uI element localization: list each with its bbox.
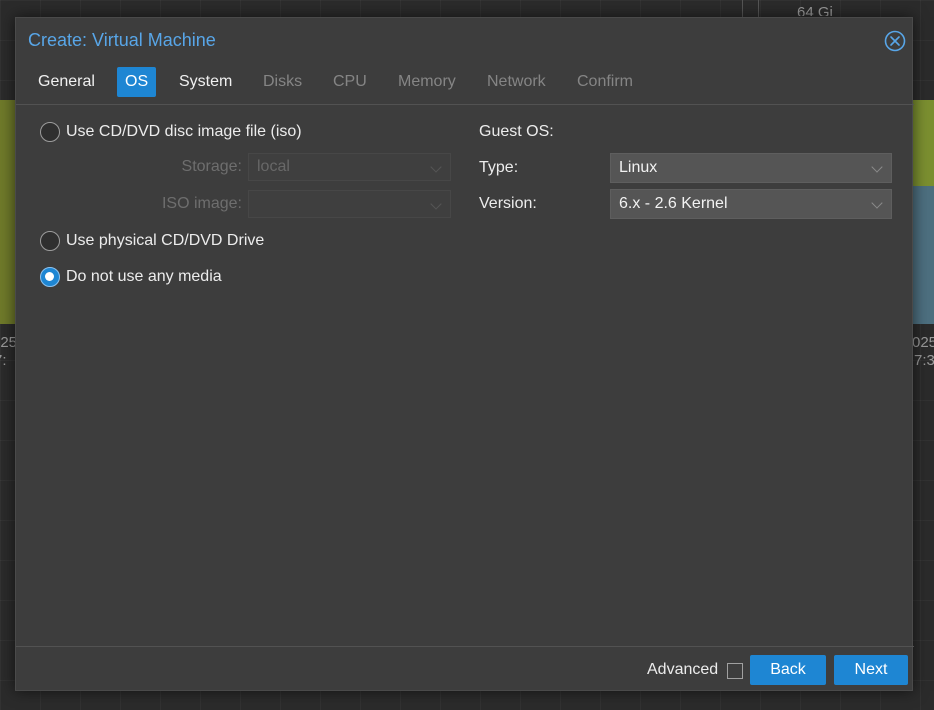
next-button[interactable]: Next — [834, 655, 908, 685]
storage-label: Storage: — [181, 158, 242, 175]
advanced-label: Advanced — [647, 661, 719, 678]
physical-drive-option[interactable]: Use physical CD/DVD Drive — [40, 230, 264, 252]
dialog-title: Create: Virtual Machine — [28, 30, 216, 50]
tab-confirm[interactable]: Confirm — [569, 67, 641, 97]
os-version-select[interactable]: 6.x - 2.6 Kernel — [610, 189, 892, 219]
background-chart-fill-right-bottom — [910, 186, 934, 324]
create-vm-dialog: Create: Virtual Machine General OS Syste… — [15, 17, 914, 691]
tabs-divider — [16, 104, 914, 105]
close-button[interactable] — [884, 30, 906, 52]
physical-drive-radio[interactable] — [40, 231, 60, 251]
background-chart-fill-right-top — [910, 100, 934, 186]
iso-image-select[interactable] — [248, 190, 451, 218]
tab-network[interactable]: Network — [479, 67, 554, 97]
physical-drive-label: Use physical CD/DVD Drive — [66, 232, 265, 249]
background-time-left: 7: — [0, 352, 7, 369]
no-media-label: Do not use any media — [66, 268, 222, 285]
tab-cpu[interactable]: CPU — [325, 67, 375, 97]
chevron-down-icon — [430, 198, 442, 210]
tab-general[interactable]: General — [30, 67, 103, 97]
storage-value: local — [257, 158, 290, 175]
tab-memory[interactable]: Memory — [390, 67, 464, 97]
tab-os[interactable]: OS — [117, 67, 157, 97]
background-chart-fill-left — [0, 100, 16, 324]
iso-option-label: Use CD/DVD disc image file (iso) — [66, 123, 302, 140]
wizard-tabs: General OS System Disks CPU Memory Netwo… — [16, 67, 914, 99]
background-date-right: 025 — [912, 334, 934, 351]
chevron-down-icon — [871, 161, 883, 173]
storage-select[interactable]: local — [248, 153, 451, 181]
guest-os-heading: Guest OS: — [479, 123, 554, 140]
background-time-right: 7:3 — [914, 352, 934, 369]
background-memory-value: 64 Gi — [797, 4, 833, 16]
iso-image-label: ISO image: — [161, 195, 242, 212]
tab-system[interactable]: System — [171, 67, 240, 97]
no-media-option[interactable]: Do not use any media — [40, 266, 222, 288]
os-type-label: Type: — [479, 159, 519, 176]
os-version-label: Version: — [479, 195, 537, 212]
iso-radio[interactable] — [40, 122, 60, 142]
os-version-value: 6.x - 2.6 Kernel — [619, 195, 728, 212]
os-type-select[interactable]: Linux — [610, 153, 892, 183]
no-media-radio[interactable] — [40, 267, 60, 287]
chevron-down-icon — [430, 161, 442, 173]
advanced-checkbox[interactable] — [727, 663, 743, 679]
os-type-value: Linux — [619, 159, 658, 176]
footer-divider — [16, 646, 914, 647]
back-button[interactable]: Back — [750, 655, 826, 685]
close-circle-icon — [884, 30, 906, 52]
tab-disks[interactable]: Disks — [255, 67, 310, 97]
chevron-down-icon — [871, 197, 883, 209]
iso-image-option[interactable]: Use CD/DVD disc image file (iso) — [40, 121, 302, 143]
